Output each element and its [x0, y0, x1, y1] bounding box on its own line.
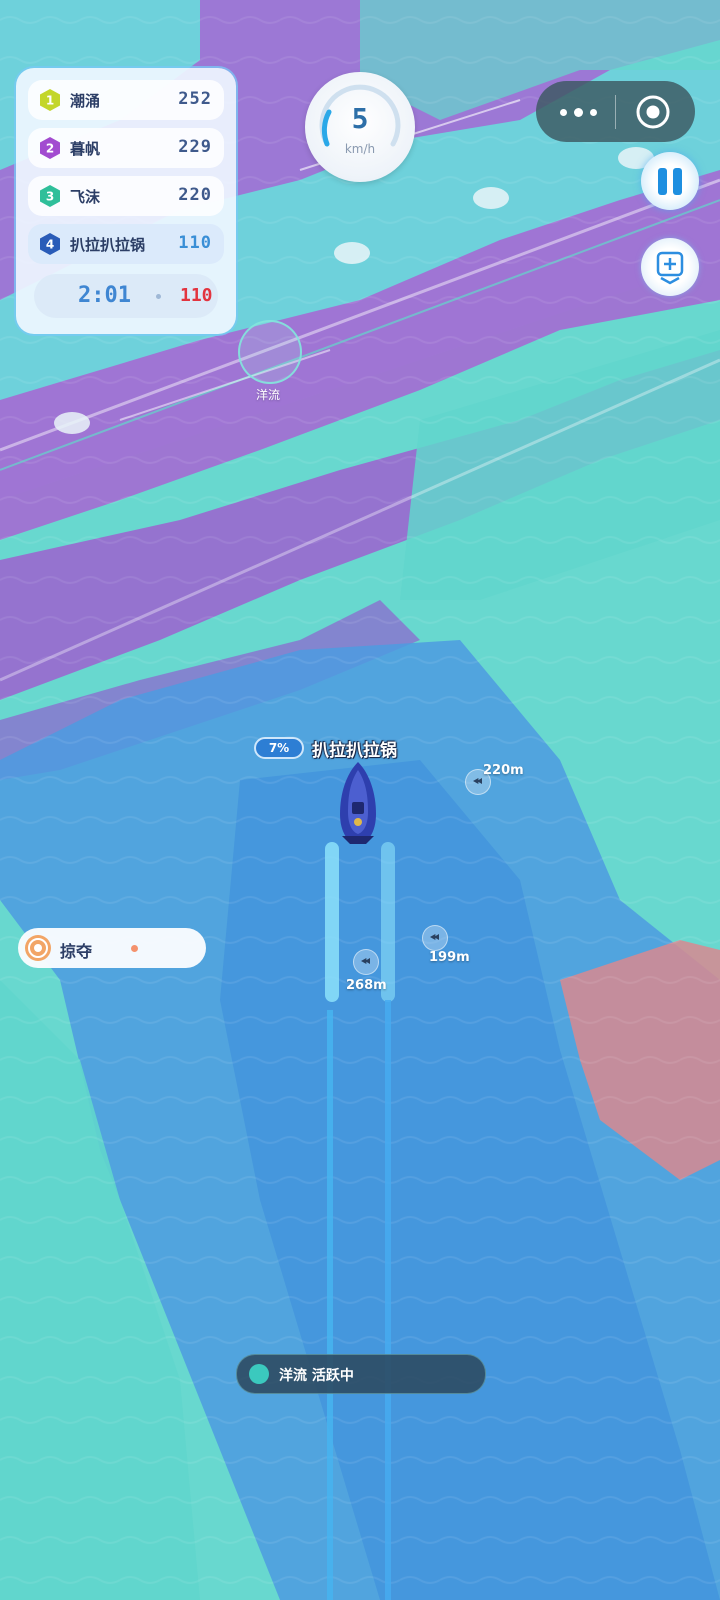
rank-number: 2	[46, 142, 54, 156]
match-timer: 2:01	[78, 283, 131, 308]
game-screen: 1 潮涌 252 2 暮帆 229 3 飞沫 220 4 扒拉扒拉锅 110 2…	[0, 0, 720, 1600]
pause-button[interactable]	[641, 152, 699, 210]
leaderboard-row: 2 暮帆 229	[28, 128, 224, 168]
rank-1-badge-icon: 1	[38, 88, 62, 112]
player-score: 252	[178, 89, 212, 109]
report-plus-icon	[656, 251, 684, 285]
ocean-current-status: 洋流 活跃中	[236, 1354, 486, 1394]
capsule-divider	[615, 95, 616, 129]
rank-number: 1	[46, 94, 54, 108]
status-text: 洋流 活跃中	[279, 1368, 354, 1384]
more-dots-icon[interactable]	[554, 95, 604, 129]
fish-marker-icon	[353, 949, 379, 975]
player-name: 扒拉扒拉锅	[70, 236, 146, 254]
fish-marker-icon	[422, 925, 448, 951]
leaderboard-row-self: 4 扒拉扒拉锅 110	[28, 224, 224, 264]
plunder-target-icon	[25, 935, 51, 961]
speedometer: 5 km/h	[305, 72, 415, 182]
player-name-tag: 扒拉扒拉锅	[312, 741, 397, 761]
distance-label: 268m	[346, 978, 387, 993]
target-circle-icon[interactable]	[634, 93, 672, 131]
rank-number: 4	[46, 238, 54, 252]
ocean-current-marker	[238, 320, 302, 384]
rank-2-badge-icon: 2	[38, 136, 62, 160]
distance-label: 199m	[429, 950, 470, 965]
rank-4-badge-icon: 4	[38, 232, 62, 256]
player-name: 潮涌	[70, 92, 101, 110]
rank-3-badge-icon: 3	[38, 184, 62, 208]
leaderboard-row: 1 潮涌 252	[28, 80, 224, 120]
report-button[interactable]	[641, 238, 699, 296]
ocean-current-label: 洋流	[255, 388, 280, 402]
status-indicator-icon	[249, 1364, 269, 1384]
leaderboard-panel: 1 潮涌 252 2 暮帆 229 3 飞沫 220 4 扒拉扒拉锅 110 2…	[16, 68, 236, 334]
player-name: 暮帆	[70, 140, 101, 158]
plunder-label: 掠夺	[60, 942, 93, 961]
miniprogram-capsule	[536, 81, 695, 142]
pause-icon	[673, 168, 682, 195]
distance-label: 220m	[483, 763, 524, 778]
match-timer-pill: 2:01 110	[34, 274, 218, 318]
player-score: 220	[178, 185, 212, 205]
notification-dot	[131, 945, 138, 952]
player-progress-badge: 7%	[254, 737, 304, 759]
player-score: 110	[178, 233, 212, 253]
player-boat-icon	[340, 762, 376, 844]
rank-number: 3	[46, 190, 54, 204]
leaderboard-row: 3 飞沫 220	[28, 176, 224, 216]
pause-icon	[658, 168, 667, 195]
player-name: 飞沫	[70, 188, 101, 206]
player-score: 229	[178, 137, 212, 157]
speed-unit: km/h	[344, 142, 376, 156]
plunder-button[interactable]: 掠夺	[18, 928, 206, 968]
speed-value: 5	[351, 102, 369, 135]
separator-dot	[156, 294, 161, 299]
my-score: 110	[180, 285, 213, 306]
